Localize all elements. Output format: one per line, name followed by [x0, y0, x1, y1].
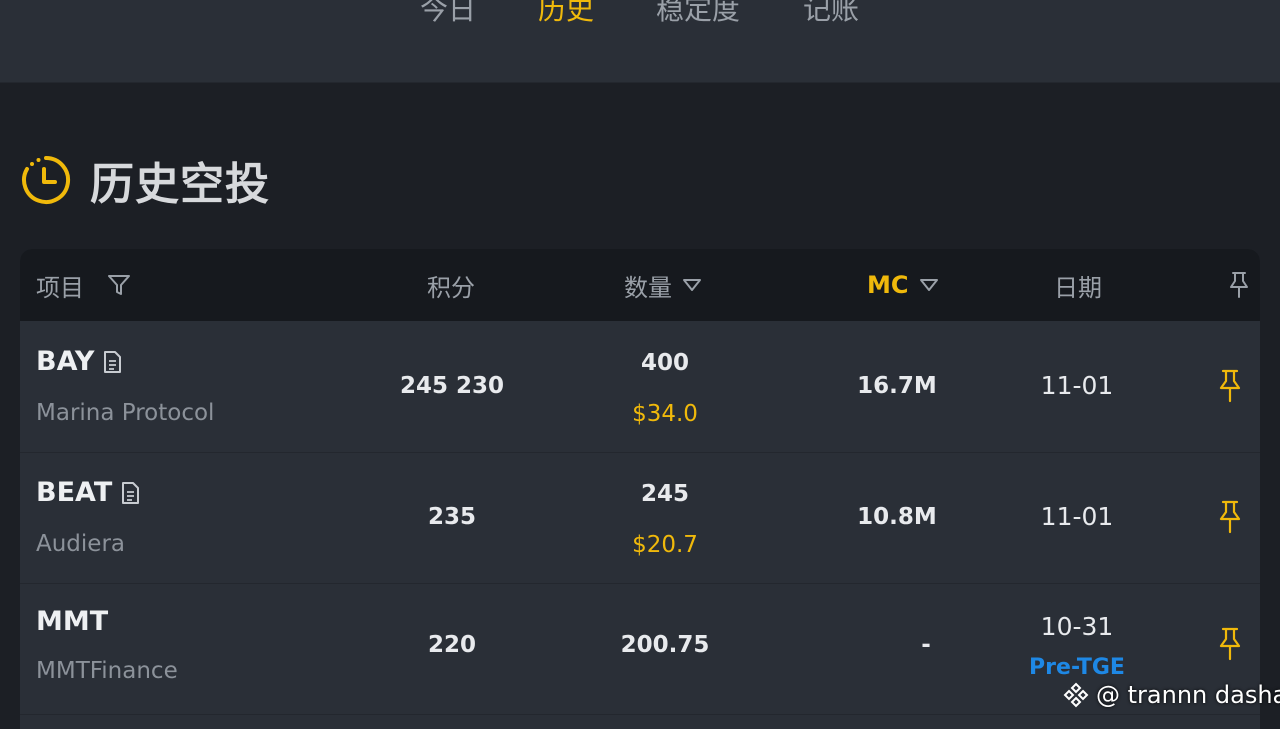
amount-usd-value: $20.7 [632, 532, 698, 558]
airdrop-history-table: 项目 积分 数量 MC 日期 BAY Marina Protocol 245 2… [20, 249, 1260, 729]
header-date-label: 日期 [1054, 273, 1102, 302]
pin-icon[interactable] [1217, 369, 1243, 403]
table-row[interactable]: BAY Marina Protocol 245 230 400 $34.0 16… [20, 322, 1260, 453]
date-value: 10-31 [1040, 612, 1114, 641]
top-tab-bar: 今日 历史 稳定度 记账 [0, 0, 1280, 83]
project-symbol-row: BAY [36, 346, 122, 377]
project-symbol-row: BEAT [36, 477, 140, 508]
header-mc-label: MC [867, 271, 909, 299]
date-value: 11-01 [1040, 371, 1114, 400]
document-icon[interactable] [120, 481, 140, 505]
project-symbol-row: MMT [36, 606, 108, 637]
document-icon[interactable] [102, 350, 122, 374]
points-value: 245 230 [399, 373, 505, 399]
amount-value: 400 [640, 350, 690, 376]
mc-value: - [921, 632, 931, 658]
pre-tge-badge: Pre-TGE [1029, 655, 1125, 680]
binance-logo-icon [1063, 682, 1089, 708]
project-symbol: BAY [36, 346, 95, 377]
amount-usd-value: $34.0 [632, 401, 698, 427]
project-symbol: BEAT [36, 477, 113, 508]
points-value: 235 [427, 504, 477, 530]
date-value: 11-01 [1040, 502, 1114, 531]
project-name: Marina Protocol [36, 400, 215, 426]
page-title: 历史空投 [90, 159, 270, 210]
header-mc[interactable]: MC [867, 249, 939, 321]
points-value: 220 [427, 632, 477, 658]
project-symbol: MMT [36, 606, 109, 637]
header-date: 日期 [1054, 249, 1102, 321]
pin-icon[interactable] [1228, 271, 1250, 299]
watermark: @ trannn dasha [1062, 680, 1280, 710]
sort-down-icon[interactable] [919, 278, 939, 292]
project-name: MMTFinance [36, 658, 178, 684]
table-row[interactable]: BEAT Audiera 235 245 $20.7 10.8M 11-01 [20, 453, 1260, 584]
header-project-label: 项目 [36, 273, 84, 302]
mc-value: 10.8M [857, 504, 937, 530]
table-header: 项目 积分 数量 MC 日期 [20, 249, 1260, 321]
project-name: Audiera [36, 531, 126, 557]
header-amount[interactable]: 数量 [624, 249, 702, 321]
sort-down-icon[interactable] [682, 278, 702, 292]
header-points: 积分 [427, 249, 475, 321]
header-amount-label: 数量 [624, 273, 672, 302]
header-points-label: 积分 [427, 273, 475, 302]
pin-icon[interactable] [1217, 500, 1243, 534]
clock-icon [22, 156, 71, 204]
section-header: 历史空投 [20, 148, 270, 212]
amount-value: 245 [640, 481, 690, 507]
filter-icon[interactable] [106, 272, 132, 298]
header-pin[interactable] [1218, 249, 1250, 321]
mc-value: 16.7M [857, 373, 937, 399]
amount-value: 200.75 [620, 632, 710, 658]
header-project[interactable]: 项目 [36, 249, 132, 321]
watermark-text: @ trannn dasha [1096, 681, 1280, 709]
tab-history[interactable]: 历史 [538, 0, 594, 28]
tab-stability[interactable]: 稳定度 [656, 0, 740, 28]
tab-today[interactable]: 今日 [420, 0, 476, 28]
tab-ledger[interactable]: 记账 [803, 0, 859, 28]
pin-icon[interactable] [1217, 627, 1243, 661]
